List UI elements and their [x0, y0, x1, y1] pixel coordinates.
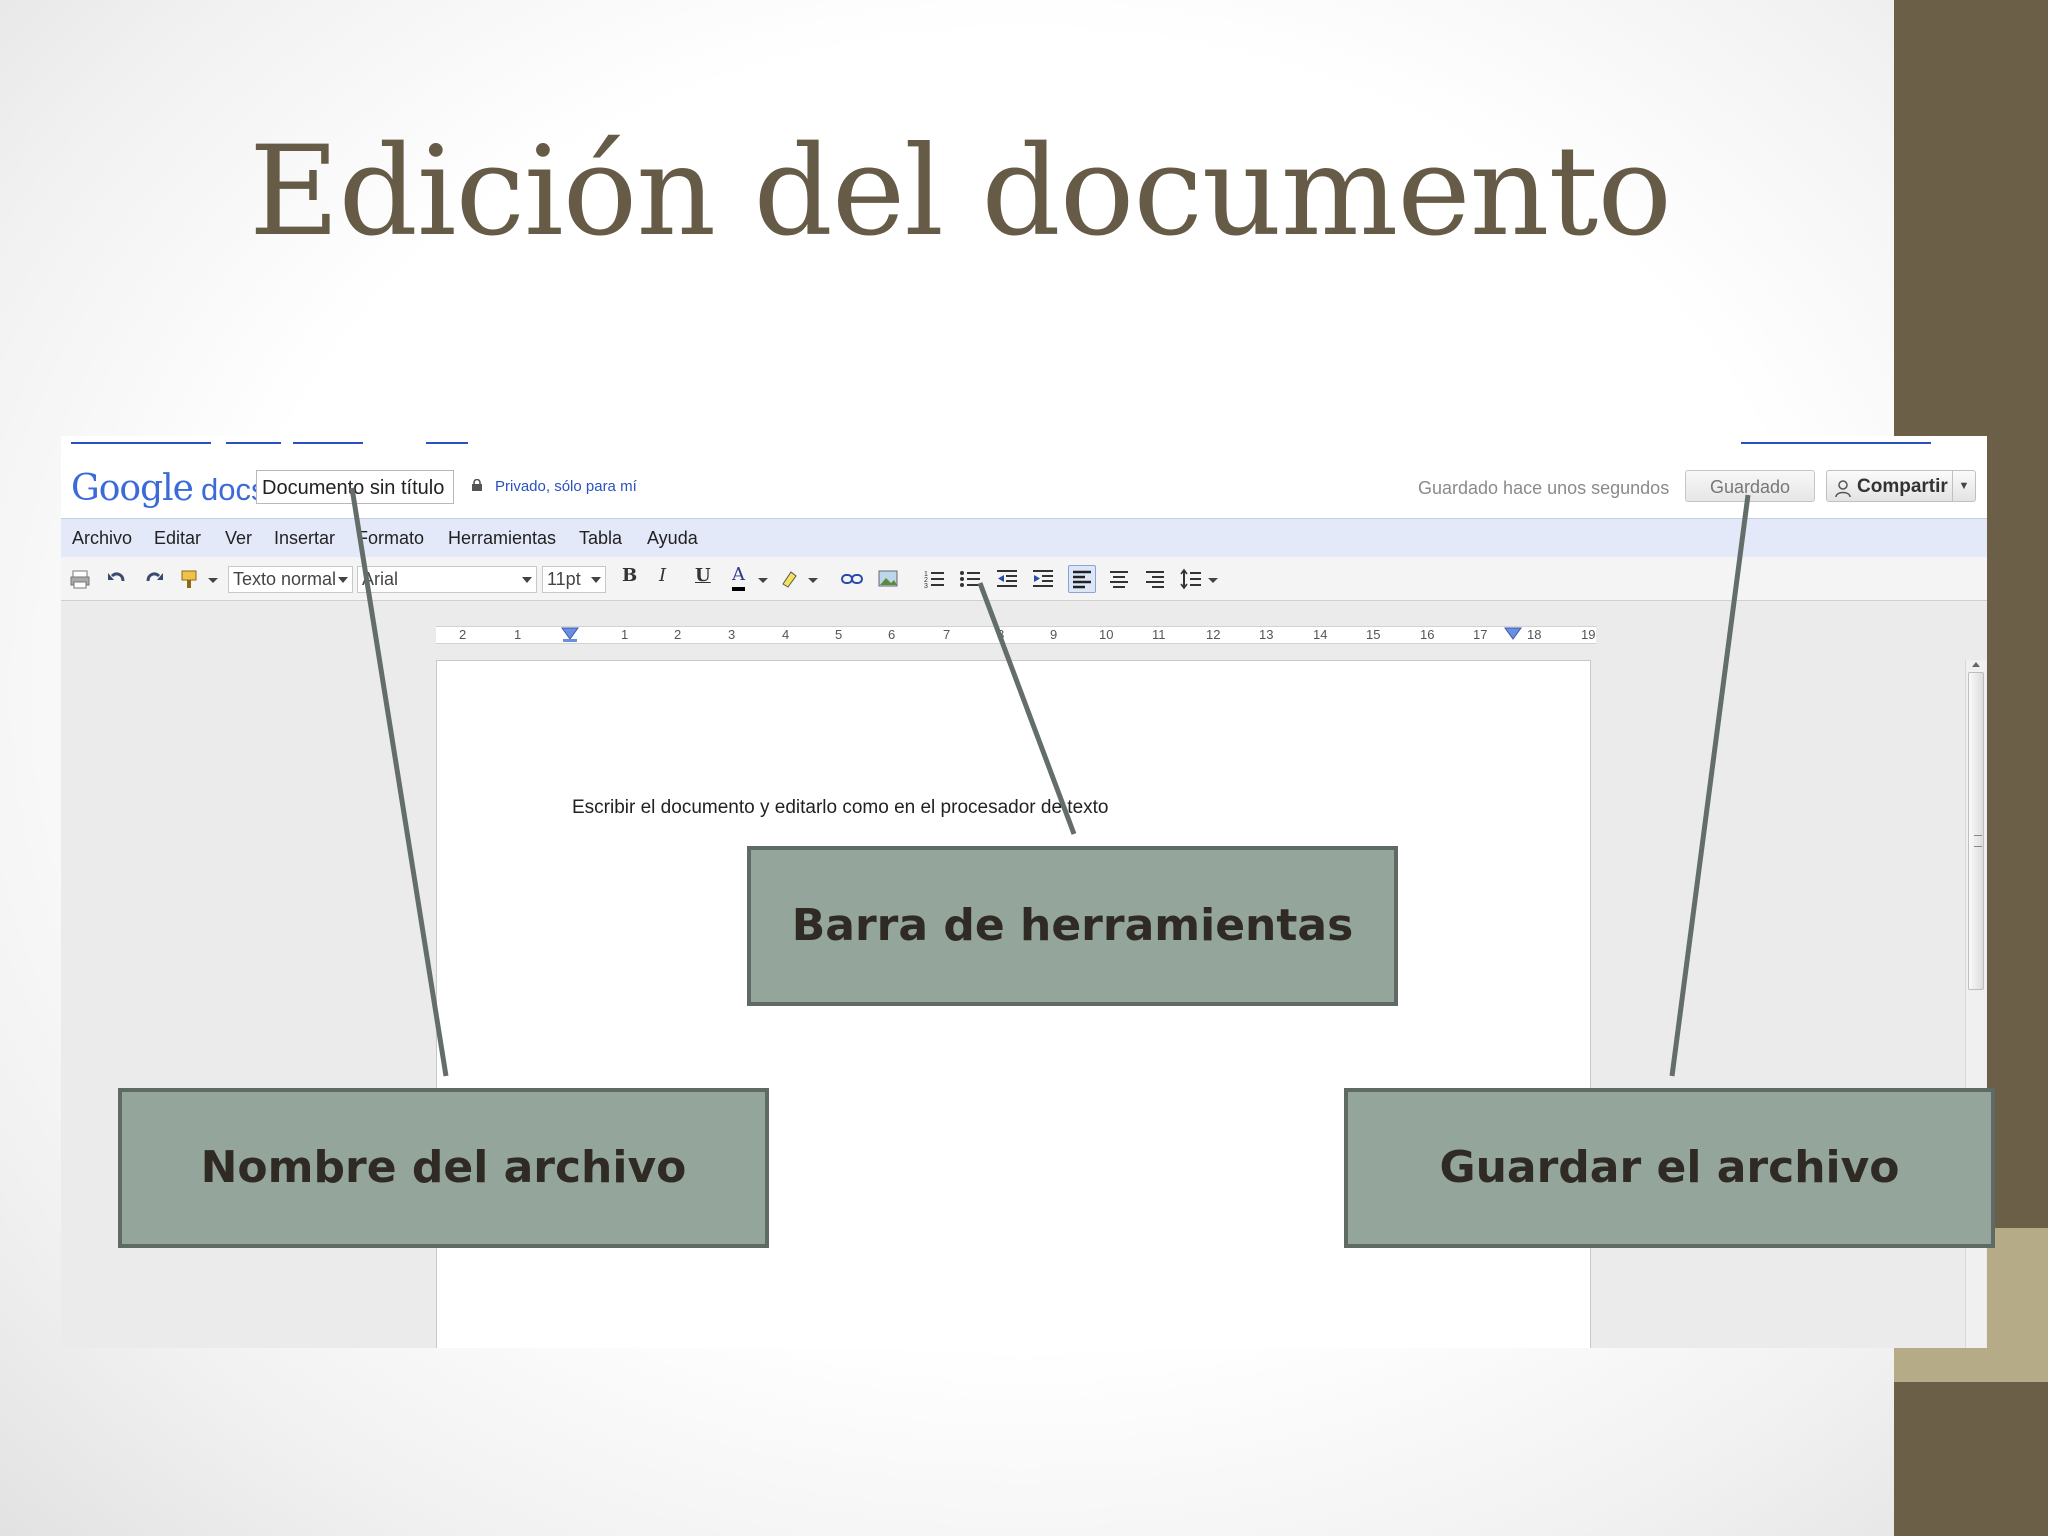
ruler-label: 8 — [997, 627, 1005, 642]
chevron-down-icon[interactable] — [752, 568, 768, 590]
paint-format-icon[interactable] — [179, 568, 201, 590]
menu-formato[interactable]: Formato — [357, 528, 424, 549]
saved-status: Guardado hace unos segundos — [1418, 478, 1670, 498]
ruler-label: 3 — [728, 627, 736, 642]
align-right-icon[interactable] — [1144, 568, 1166, 590]
ruler-label: 18 — [1527, 627, 1542, 642]
top-links-bar — [61, 436, 1987, 457]
ruler-label: 15 — [1366, 627, 1381, 642]
ruler-label: 11 — [1152, 627, 1166, 642]
chevron-down-icon[interactable] — [202, 568, 218, 590]
italic-button[interactable]: I — [659, 565, 666, 592]
size-select[interactable]: 11pt — [542, 566, 606, 593]
ruler-label: 14 — [1313, 627, 1328, 642]
menu-herramientas[interactable]: Herramientas — [448, 528, 556, 549]
ruler-label: 4 — [782, 627, 790, 642]
numbered-list-icon[interactable]: 123 — [923, 568, 945, 590]
bold-button[interactable]: B — [622, 565, 637, 592]
left-indent-marker-icon[interactable] — [561, 627, 579, 643]
ruler-label: 6 — [888, 627, 896, 642]
menu-ayuda[interactable]: Ayuda — [647, 528, 698, 549]
save-button[interactable]: Guardado — [1685, 470, 1815, 502]
chevron-down-icon — [522, 577, 532, 583]
grip-icon — [1974, 835, 1982, 847]
ruler-label: 16 — [1420, 627, 1435, 642]
ruler-label: 19 — [1581, 627, 1596, 642]
scrollbar-thumb[interactable] — [1968, 672, 1984, 990]
align-center-icon[interactable] — [1108, 568, 1130, 590]
google-docs-logo[interactable]: Google docs — [71, 468, 266, 509]
slide-title: Edición del documento — [248, 120, 1672, 264]
bullet-list-icon[interactable] — [959, 568, 981, 590]
ruler[interactable]: 2 1 1 2 3 4 5 6 7 8 9 10 11 12 13 14 15 … — [436, 626, 1596, 644]
menu-tabla[interactable]: Tabla — [579, 528, 622, 549]
menu-editar[interactable]: Editar — [154, 528, 201, 549]
callout-save: Guardar el archivo — [1344, 1088, 1995, 1248]
align-left-icon[interactable] — [1068, 565, 1096, 593]
ruler-label: 7 — [943, 627, 951, 642]
menu-archivo[interactable]: Archivo — [72, 528, 132, 549]
decrease-indent-icon[interactable] — [996, 568, 1018, 590]
logo-google: Google — [71, 468, 194, 509]
toolbar: Texto normal Arial 11pt B I U A 123 — [61, 557, 1987, 601]
chevron-down-icon[interactable]: ▼ — [1952, 471, 1975, 501]
callout-filename: Nombre del archivo — [118, 1088, 769, 1248]
share-button[interactable]: Compartir ▼ — [1826, 470, 1976, 502]
ruler-label: 1 — [621, 627, 629, 642]
menu-insertar[interactable]: Insertar — [274, 528, 335, 549]
docs-header: Google docs Documento sin título Privado,… — [61, 456, 1987, 518]
chevron-down-icon — [338, 577, 348, 583]
lock-icon — [471, 478, 483, 491]
ruler-label: 13 — [1259, 627, 1274, 642]
text-color-button[interactable]: A — [732, 565, 745, 591]
size-select-value: 11pt — [547, 569, 581, 589]
ruler-label: 2 — [674, 627, 682, 642]
menu-ver[interactable]: Ver — [225, 528, 252, 549]
privacy-link[interactable]: Privado, sólo para mí — [495, 478, 637, 495]
document-name-field[interactable]: Documento sin título — [256, 470, 454, 504]
image-icon[interactable] — [877, 568, 899, 590]
underline-button[interactable]: U — [695, 565, 711, 592]
link-icon[interactable] — [841, 568, 863, 590]
ruler-label: 5 — [835, 627, 843, 642]
font-select-value: Arial — [362, 569, 399, 589]
increase-indent-icon[interactable] — [1032, 568, 1054, 590]
redo-icon[interactable] — [143, 568, 165, 590]
font-select[interactable]: Arial — [357, 566, 537, 593]
line-spacing-icon[interactable] — [1180, 568, 1202, 590]
print-icon[interactable] — [69, 568, 91, 590]
ruler-label: 12 — [1206, 627, 1221, 642]
highlight-icon[interactable] — [779, 568, 801, 590]
undo-icon[interactable] — [106, 568, 128, 590]
ruler-label: 10 — [1099, 627, 1114, 642]
style-select[interactable]: Texto normal — [228, 566, 353, 593]
chevron-down-icon — [591, 577, 601, 583]
ruler-label: 17 — [1473, 627, 1488, 642]
person-icon — [1835, 477, 1851, 498]
svg-text:3: 3 — [924, 583, 928, 590]
ruler-label: 9 — [1050, 627, 1058, 642]
ruler-label: 2 — [459, 627, 467, 642]
share-label: Compartir — [1857, 476, 1948, 497]
menu-bar: Archivo Editar Ver Insertar Formato Herr… — [61, 518, 1987, 558]
document-body-text[interactable]: Escribir el documento y editarlo como en… — [572, 797, 1109, 819]
chevron-down-icon[interactable] — [802, 568, 818, 590]
callout-toolbar: Barra de herramientas — [747, 846, 1398, 1006]
scroll-up-icon[interactable] — [1972, 662, 1980, 667]
right-indent-marker-icon[interactable] — [1504, 627, 1522, 643]
chevron-down-icon[interactable] — [1202, 568, 1218, 590]
style-select-value: Texto normal — [233, 569, 337, 589]
ruler-label: 1 — [514, 627, 522, 642]
